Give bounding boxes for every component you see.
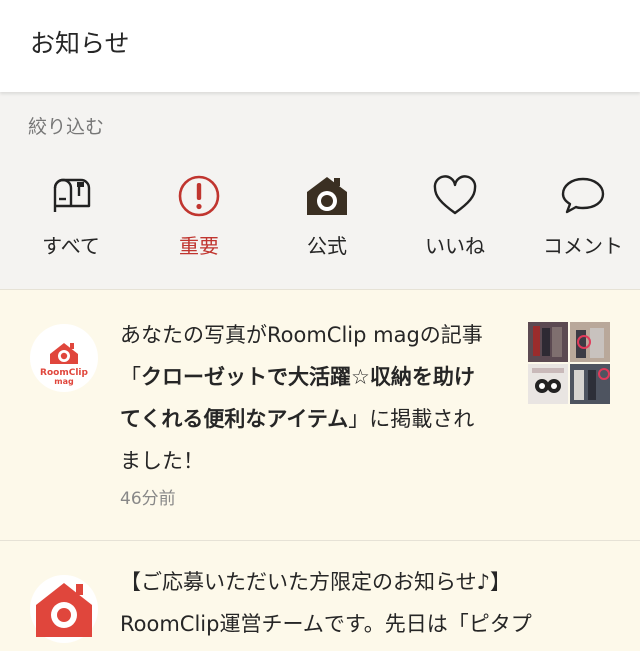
thumb-closet-3	[570, 364, 610, 404]
message-text: RoomClip運営チームです。先日は「ピタプ	[120, 612, 532, 636]
filter-important-label: 重要	[179, 234, 219, 258]
notification-message: 【ご応募いただいた方限定のお知らせ♪】 RoomClip運営チームです。先日は「…	[120, 561, 620, 645]
filter-likes[interactable]: いいね	[400, 172, 510, 262]
filter-label: 絞り込む	[28, 116, 105, 138]
filter-likes-label: いいね	[425, 234, 485, 258]
filter-comments-label: コメント	[543, 234, 623, 258]
mailbox-icon	[47, 172, 95, 220]
roomclip-mag-avatar: RoomClip mag	[30, 324, 98, 392]
svg-text:mag: mag	[54, 377, 74, 386]
filter-bar: 絞り込む すべて 重要 公式 いいね コメント	[0, 94, 640, 288]
filter-official-label: 公式	[307, 234, 347, 258]
filter-all-label: すべて	[42, 234, 100, 258]
notification-list: RoomClip mag あなたの写真がRoomClip magの記事「クローゼ…	[0, 289, 640, 651]
camera-house-icon	[303, 172, 351, 220]
exclamation-icon	[175, 172, 223, 220]
app-header: お知らせ	[0, 0, 640, 92]
thumb-product	[528, 364, 568, 404]
filter-all[interactable]: すべて	[16, 172, 126, 262]
speech-bubble-icon	[559, 172, 607, 220]
roomclip-avatar	[30, 575, 98, 643]
filter-comments[interactable]: コメント	[528, 172, 638, 262]
filter-official[interactable]: 公式	[272, 172, 382, 262]
notification-item[interactable]: 【ご応募いただいた方限定のお知らせ♪】 RoomClip運営チームです。先日は「…	[0, 540, 640, 651]
notification-item[interactable]: RoomClip mag あなたの写真がRoomClip magの記事「クローゼ…	[0, 289, 640, 540]
thumb-closet-1	[528, 322, 568, 362]
message-text: 【ご応募いただいた方限定のお知らせ♪】	[120, 570, 511, 594]
timestamp: 46分前	[120, 489, 176, 509]
thumb-closet-2	[570, 322, 610, 362]
article-thumbnail[interactable]	[528, 322, 610, 404]
notification-message: あなたの写真がRoomClip magの記事「クローゼットで大活躍☆収納を助けて…	[120, 314, 490, 482]
heart-icon	[431, 172, 479, 220]
page-title: お知らせ	[30, 29, 130, 58]
filter-important[interactable]: 重要	[144, 172, 254, 262]
